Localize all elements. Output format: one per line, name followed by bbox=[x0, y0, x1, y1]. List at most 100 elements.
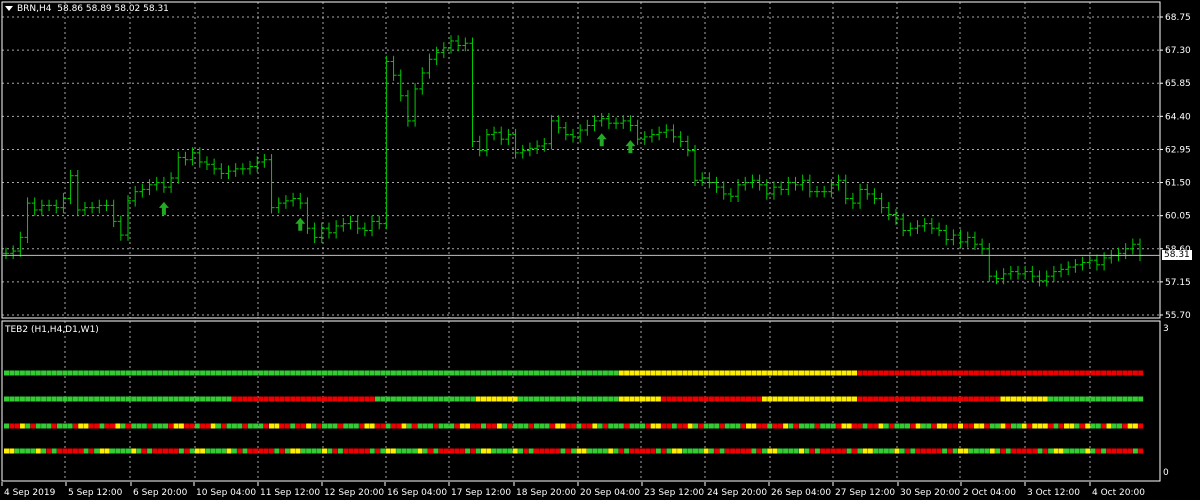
time-tick-label: 10 Sep 04:00 bbox=[196, 488, 256, 498]
signal-dot bbox=[788, 423, 794, 429]
signal-dot bbox=[772, 396, 778, 402]
signal-dot bbox=[30, 396, 36, 402]
signal-dot bbox=[661, 423, 667, 429]
signal-dot bbox=[1005, 448, 1011, 454]
signal-dot bbox=[1032, 423, 1038, 429]
signal-dot bbox=[189, 423, 195, 429]
signal-dot bbox=[952, 448, 958, 454]
signal-dot bbox=[125, 448, 131, 454]
price-tick-label: 64.40 bbox=[1165, 112, 1191, 122]
signal-dot bbox=[274, 423, 280, 429]
signal-dot bbox=[931, 423, 937, 429]
signal-dot bbox=[263, 448, 269, 454]
signal-dot bbox=[417, 448, 423, 454]
signal-dot bbox=[655, 370, 661, 376]
signal-dot bbox=[592, 396, 598, 402]
signal-dot bbox=[528, 448, 534, 454]
signal-dot bbox=[1053, 396, 1059, 402]
signal-dot bbox=[581, 370, 587, 376]
signal-dot bbox=[306, 423, 312, 429]
signal-dot bbox=[62, 396, 68, 402]
signal-dot bbox=[1111, 370, 1117, 376]
signal-dot bbox=[14, 370, 20, 376]
signal-dot bbox=[814, 448, 820, 454]
signal-dot bbox=[671, 448, 677, 454]
signal-dot bbox=[173, 423, 179, 429]
signal-dot bbox=[385, 396, 391, 402]
signal-dot bbox=[115, 423, 121, 429]
signal-dot bbox=[857, 370, 863, 376]
signal-dot bbox=[242, 448, 248, 454]
signal-dot bbox=[1011, 423, 1016, 429]
signal-dot bbox=[131, 423, 137, 429]
signal-dot bbox=[571, 448, 577, 454]
signal-dot bbox=[1005, 396, 1011, 402]
signal-dot bbox=[1095, 370, 1101, 376]
signal-dot bbox=[279, 448, 285, 454]
signal-dot bbox=[889, 448, 895, 454]
signal-dot bbox=[645, 396, 651, 402]
signal-dot bbox=[343, 423, 349, 429]
signal-dot bbox=[465, 448, 471, 454]
signal-dot bbox=[528, 370, 534, 376]
signal-dot bbox=[703, 448, 709, 454]
chart-title: BRN,H4 58.86 58.89 58.02 58.31 bbox=[5, 4, 169, 14]
signal-dot bbox=[661, 448, 667, 454]
signal-dot bbox=[613, 448, 619, 454]
signal-dot bbox=[210, 448, 216, 454]
signal-dot bbox=[973, 448, 979, 454]
signal-dot bbox=[178, 448, 184, 454]
signal-dot bbox=[836, 448, 842, 454]
signal-dot bbox=[852, 423, 857, 429]
signal-dot bbox=[1138, 448, 1144, 454]
signal-dot bbox=[565, 370, 571, 376]
signal-dot bbox=[72, 396, 78, 402]
signal-dot bbox=[571, 423, 577, 429]
signal-dot bbox=[963, 448, 969, 454]
signal-dot bbox=[624, 448, 630, 454]
signal-dot bbox=[1016, 370, 1022, 376]
signal-dot bbox=[438, 423, 444, 429]
signal-dot bbox=[1032, 370, 1038, 376]
signal-dot bbox=[194, 370, 200, 376]
signal-dot bbox=[51, 448, 57, 454]
signal-dot bbox=[645, 448, 651, 454]
signal-dot bbox=[258, 370, 264, 376]
indicator-svg[interactable]: 30 bbox=[0, 320, 1200, 482]
chart-menu-icon[interactable] bbox=[5, 6, 13, 11]
signal-dot bbox=[677, 423, 683, 429]
signal-dot bbox=[380, 423, 386, 429]
signal-dot bbox=[385, 423, 391, 429]
price-chart-panel[interactable]: 68.7567.3065.8564.4062.9561.5060.0558.60… bbox=[0, 0, 1200, 321]
signal-dot bbox=[899, 423, 905, 429]
signal-dot bbox=[1106, 370, 1112, 376]
signal-dot bbox=[687, 396, 693, 402]
signal-dot bbox=[9, 423, 15, 429]
signal-dot bbox=[645, 423, 651, 429]
signal-dot bbox=[380, 370, 386, 376]
signal-dot bbox=[417, 423, 423, 429]
signal-dot bbox=[375, 396, 380, 402]
signal-dot bbox=[767, 370, 773, 376]
signal-dot bbox=[152, 448, 158, 454]
signal-dot bbox=[486, 396, 492, 402]
signal-dot bbox=[571, 370, 577, 376]
signal-dot bbox=[359, 396, 365, 402]
signal-dot bbox=[655, 423, 661, 429]
signal-dot bbox=[740, 370, 746, 376]
signal-dot bbox=[231, 448, 237, 454]
signal-dot bbox=[200, 423, 206, 429]
signal-dot bbox=[555, 370, 561, 376]
signal-dot bbox=[624, 370, 630, 376]
signal-dot bbox=[799, 396, 804, 402]
price-chart-svg[interactable]: 68.7567.3065.8564.4062.9561.5060.0558.60… bbox=[0, 0, 1200, 321]
signal-dot bbox=[46, 448, 52, 454]
signal-dot bbox=[1101, 448, 1107, 454]
signal-dot bbox=[942, 448, 948, 454]
signal-dot bbox=[958, 423, 963, 429]
signal-dot bbox=[94, 423, 100, 429]
signal-dot bbox=[253, 448, 259, 454]
signal-dot bbox=[597, 370, 603, 376]
indicator-panel[interactable]: 30 bbox=[0, 320, 1200, 482]
signal-dot bbox=[481, 396, 486, 402]
